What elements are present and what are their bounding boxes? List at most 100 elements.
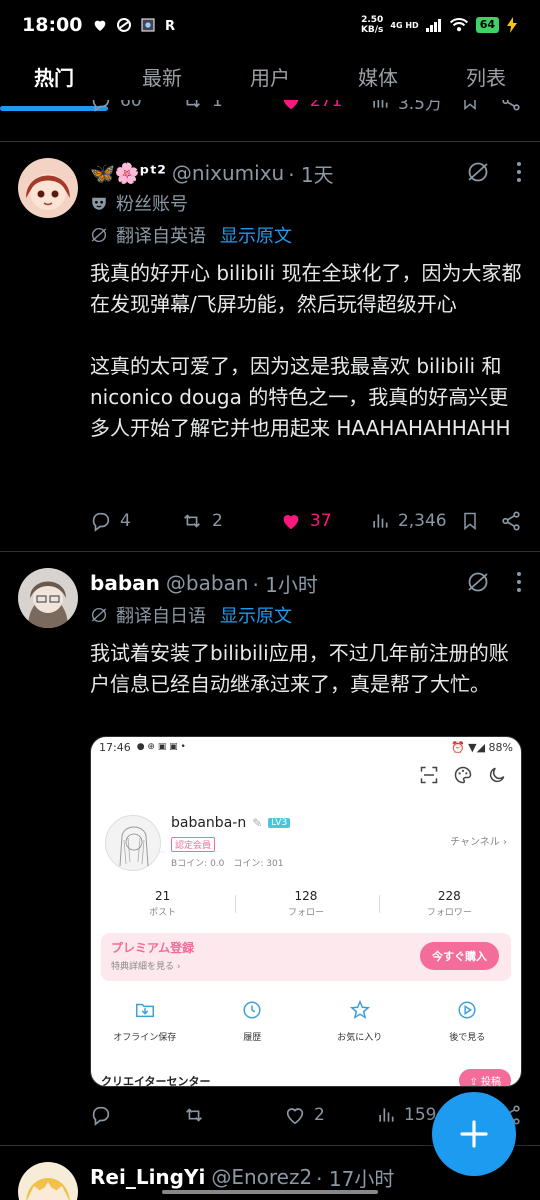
status-time: 18:00	[22, 14, 83, 36]
embedded-post-button: ⇪ 投稿	[459, 1069, 511, 1086]
display-name[interactable]: baban	[90, 571, 160, 595]
creator-center: クリエイターセンター	[101, 1075, 211, 1087]
avatar[interactable]	[18, 568, 78, 628]
views-icon	[379, 1108, 394, 1122]
translated-from: 翻译自日语	[116, 606, 206, 627]
heart-filled-icon	[283, 515, 299, 530]
show-original-link[interactable]: 显示原文	[220, 602, 292, 628]
bookmark-icon[interactable]	[460, 100, 480, 112]
like-button[interactable]: 37	[280, 510, 370, 532]
grok-icon[interactable]	[466, 160, 490, 184]
heart-outline-icon	[286, 1108, 304, 1125]
post-header-icons	[466, 570, 522, 594]
embedded-features: オフライン保存 履歴 お気に入り 後で見る	[91, 999, 521, 1043]
moon-icon	[489, 767, 505, 783]
repost-icon	[184, 514, 200, 528]
r-notification-icon: R	[165, 19, 175, 33]
avatar[interactable]	[18, 158, 78, 218]
repost-icon	[186, 100, 200, 108]
views-button[interactable]: 2,346	[370, 511, 460, 531]
views-button[interactable]: 3.5万	[370, 100, 460, 114]
translate-icon	[91, 227, 107, 243]
display-name[interactable]: Rei_LingYi	[90, 1165, 205, 1189]
repost-button[interactable]: 1	[180, 100, 280, 112]
premium-buy-button: 今すぐ購入	[420, 942, 499, 970]
repost-button[interactable]	[182, 1104, 284, 1126]
history-icon	[243, 1001, 261, 1019]
image-notification-icon	[141, 18, 155, 32]
battery-indicator: 64	[475, 17, 499, 33]
svg-text:R: R	[165, 19, 175, 33]
star-icon	[349, 999, 370, 1019]
compose-button[interactable]	[432, 1092, 516, 1176]
user-handle[interactable]: @baban	[166, 571, 249, 595]
heart-filled-icon	[283, 100, 299, 110]
post-content: 🦋🌸ᵖᵗ² @nixumixu · 1天 粉丝账号 翻译自英语 显示原文 我真的…	[90, 158, 522, 444]
post-header: baban @baban · 1小时	[90, 568, 522, 598]
user-handle[interactable]: @nixumixu	[172, 161, 284, 185]
premium-title: プレミアム登録	[111, 941, 195, 955]
views-icon	[373, 514, 388, 528]
home-indicator[interactable]	[162, 1190, 378, 1194]
post-item[interactable]: 🦋🌸ᵖᵗ² @nixumixu · 1天 粉丝账号 翻译自英语 显示原文 我真的…	[0, 142, 540, 550]
post-image[interactable]: 17:46 ● ⊕ ▣ ▣ • ⏰ ▼◢ 88% babanba-n ✎ LV3…	[90, 736, 522, 1087]
plus-icon	[460, 1120, 488, 1148]
previous-post-actions: 60 1 271 3.5万	[0, 100, 540, 128]
stat-separator	[235, 895, 236, 913]
fan-account-label: 粉丝账号	[90, 188, 522, 218]
display-name[interactable]: 🦋🌸ᵖᵗ²	[90, 161, 166, 185]
edit-pencil-icon: ✎	[252, 816, 263, 830]
post-content: baban @baban · 1小时 翻译自日语 显示原文 我试着安装了bili…	[90, 568, 522, 700]
avatar[interactable]	[18, 1162, 78, 1200]
app-notification-icon	[117, 18, 132, 32]
more-options-icon[interactable]	[516, 571, 522, 593]
post-text: 我试着安装了bilibili应用，不过几年前注册的账户信息已经自动继承过来了，真…	[90, 641, 509, 696]
watch-later-icon	[458, 1001, 476, 1019]
wifi-icon	[449, 18, 468, 32]
level-badge: LV3	[268, 818, 291, 828]
like-button[interactable]: 271	[280, 100, 370, 112]
reply-button[interactable]: 4	[90, 510, 180, 532]
stat-separator	[379, 895, 380, 913]
post-header: 🦋🌸ᵖᵗ² @nixumixu · 1天	[90, 158, 522, 188]
more-options-icon[interactable]	[516, 161, 522, 183]
member-badge: 認定会員	[171, 837, 216, 852]
feature-history: 履歴	[199, 999, 307, 1043]
post-text: 我真的好开心 bilibili 现在全球化了，因为大家都在发现弹幕/飞屏功能，然…	[90, 261, 522, 440]
feature-watch-later: 後で見る	[414, 999, 522, 1043]
heart-notification-icon	[95, 20, 106, 31]
mask-icon	[92, 197, 106, 210]
stat-posts: 21 ポスト	[149, 889, 177, 918]
show-original-link[interactable]: 显示原文	[220, 222, 292, 248]
reply-icon	[92, 100, 110, 112]
repost-button[interactable]: 2	[180, 510, 280, 532]
grok-icon[interactable]	[466, 570, 490, 594]
stat-following: 128 フォロー	[287, 889, 324, 918]
premium-banner: プレミアム登録 特典詳細を見る › 今すぐ購入	[101, 933, 511, 981]
post-time: · 17小时	[316, 1166, 395, 1191]
views-icon	[373, 100, 388, 108]
embedded-username: babanba-n ✎ LV3	[171, 815, 291, 831]
previous-post-end-actions	[460, 100, 522, 112]
feature-offline: オフライン保存	[91, 999, 199, 1043]
like-button[interactable]: 2	[284, 1104, 376, 1126]
reply-button[interactable]: 60	[90, 100, 180, 112]
reply-icon	[92, 512, 110, 532]
embedded-avatar	[105, 815, 161, 871]
share-icon[interactable]	[500, 100, 522, 112]
net-speed: 2.50 KB/s	[360, 15, 384, 35]
embedded-status-right: ⏰ ▼◢ 88%	[450, 740, 513, 754]
download-folder-icon	[135, 1003, 154, 1018]
stat-followers: 228 フォロワー	[426, 889, 472, 918]
bookmark-icon[interactable]	[460, 510, 480, 532]
status-bar: 18:00 R 2.50 KB/s 4G HD 64	[0, 0, 540, 50]
share-icon[interactable]	[500, 510, 522, 532]
status-notification-icons: R	[92, 17, 177, 33]
post-end-actions	[460, 510, 522, 532]
coin-balance: Bコイン: 0.0 コイン: 301	[171, 859, 284, 869]
user-handle[interactable]: @Enorez2	[211, 1165, 312, 1189]
post-time: · 1天	[288, 162, 334, 187]
reply-button[interactable]	[90, 1104, 182, 1126]
scan-icon	[420, 766, 438, 784]
signal-icon	[425, 19, 441, 32]
